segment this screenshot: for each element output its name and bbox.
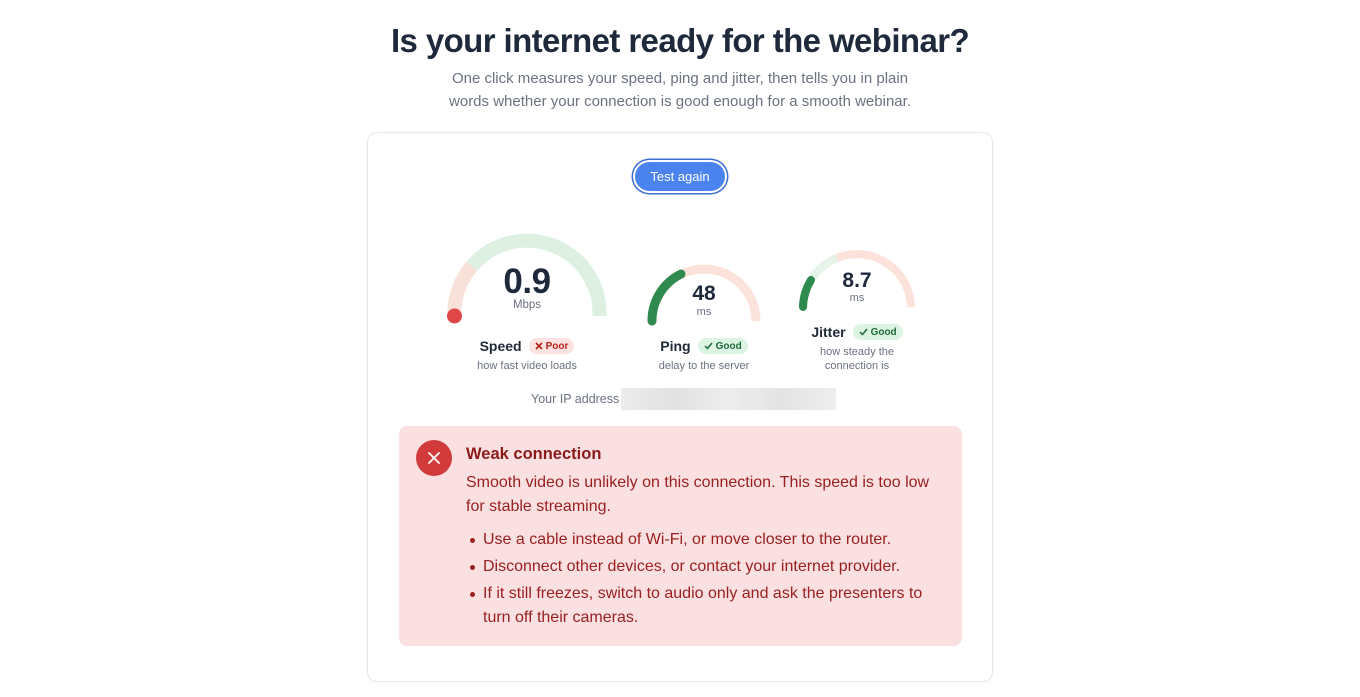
ping-label: Ping bbox=[660, 338, 691, 354]
jitter-label: Jitter bbox=[811, 324, 846, 340]
tip-item: Use a cable instead of Wi-Fi, or move cl… bbox=[470, 528, 953, 552]
jitter-label-row: Jitter Good bbox=[797, 323, 917, 341]
ping-gauge: 48 ms bbox=[645, 264, 763, 330]
ip-address-label: Your IP address bbox=[531, 392, 620, 406]
jitter-unit: ms bbox=[849, 292, 865, 304]
ip-address-row: Your IP address bbox=[531, 388, 837, 410]
speed-description: how fast video loads bbox=[477, 360, 577, 372]
speed-label-row: Speed Poor bbox=[446, 337, 608, 355]
jitter-status-text: Good bbox=[870, 326, 897, 338]
speed-value: 0.9 bbox=[503, 262, 551, 301]
close-icon bbox=[416, 440, 452, 476]
check-icon bbox=[704, 342, 713, 350]
ip-address-redacted bbox=[621, 388, 837, 410]
ping-value: 48 bbox=[692, 282, 716, 305]
speed-status-text: Poor bbox=[545, 340, 569, 352]
speed-unit: Mbps bbox=[512, 299, 542, 311]
ping-status-text: Good bbox=[715, 340, 742, 352]
ping-description: delay to the server bbox=[658, 360, 750, 372]
test-again-button[interactable]: Test again bbox=[635, 162, 725, 191]
tip-item: If it still freezes, switch to audio onl… bbox=[470, 582, 953, 630]
jitter-gauge: 8.7 ms bbox=[797, 250, 917, 316]
x-icon bbox=[535, 342, 543, 350]
ping-unit: ms bbox=[696, 306, 712, 318]
page-subtitle: One click measures your speed, ping and … bbox=[449, 70, 911, 110]
jitter-value: 8.7 bbox=[842, 269, 872, 292]
jitter-status-badge: Good bbox=[852, 324, 903, 340]
tips-list: Use a cable instead of Wi-Fi, or move cl… bbox=[470, 528, 953, 633]
speed-gauge: 0.9 Mbps bbox=[446, 233, 608, 328]
ping-status-badge: Good bbox=[697, 338, 748, 354]
page-title: Is your internet ready for the webinar? bbox=[390, 22, 970, 59]
result-alert: Weak connection Smooth video is unlikely… bbox=[399, 426, 962, 646]
ping-label-row: Ping Good bbox=[630, 337, 778, 355]
result-title: Weak connection bbox=[466, 445, 602, 463]
check-icon bbox=[859, 328, 868, 336]
tip-item: Disconnect other devices, or contact you… bbox=[470, 555, 953, 579]
jitter-description: how steady the connection is bbox=[820, 346, 894, 372]
speed-status-badge: Poor bbox=[528, 338, 575, 354]
result-text: Smooth video is unlikely on this connect… bbox=[466, 474, 930, 515]
speed-label: Speed bbox=[479, 338, 522, 354]
